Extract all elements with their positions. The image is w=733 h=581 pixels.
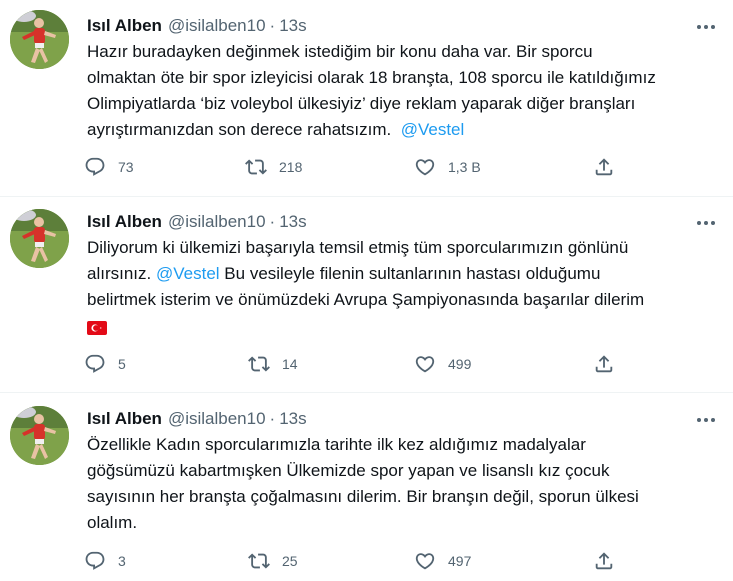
tweet-text: Diliyorum ki ülkemizi başarıyla temsil e…: [87, 235, 717, 339]
author-name[interactable]: Isıl Alben: [87, 212, 162, 232]
reply-count: 5: [118, 356, 126, 372]
like-button[interactable]: 1,3 B: [414, 152, 481, 182]
more-icon: [697, 418, 715, 422]
tweet-text-segment: ayrıştırmanızdan son derece rahatsızım.: [87, 120, 392, 139]
tweet-text-line: [87, 313, 717, 339]
share-button[interactable]: [593, 349, 615, 379]
share-icon: [595, 158, 613, 176]
tweet-divider: [0, 392, 733, 393]
like-icon: [415, 553, 435, 570]
reply-button[interactable]: 73: [84, 152, 134, 182]
reply-button[interactable]: 5: [84, 349, 126, 379]
tweet-header: Isıl Alben @isilalben10 · 13s: [87, 210, 307, 234]
author-name[interactable]: Isıl Alben: [87, 16, 162, 36]
more-icon: [697, 221, 715, 225]
reply-button[interactable]: 3: [84, 546, 126, 576]
tweet-text: Hazır buradayken değinmek istediğim bir …: [87, 39, 717, 143]
like-button[interactable]: 499: [414, 349, 471, 379]
avatar-photo: [10, 209, 69, 268]
reply-icon: [85, 551, 105, 570]
author-handle[interactable]: @isilalben10: [168, 409, 266, 429]
tweet-text-line: belirtmek isterim ve önümüzdeki Avrupa Ş…: [87, 290, 645, 309]
tweet-time[interactable]: 13s: [279, 16, 306, 36]
reply-icon: [85, 157, 105, 176]
avatar[interactable]: [10, 406, 69, 465]
like-count: 497: [448, 553, 472, 569]
mention-link[interactable]: @Vestel: [156, 264, 220, 283]
retweet-icon: [248, 356, 270, 372]
tweet-actions: 5 14 499: [0, 349, 733, 379]
avatar[interactable]: [10, 10, 69, 69]
tweet-text-line: olalım.: [87, 513, 138, 532]
tweet-text-line: Diliyorum ki ülkemizi başarıyla temsil e…: [87, 238, 629, 257]
tweet-text-segment: alırsınız.: [87, 264, 152, 283]
retweet-icon: [248, 553, 270, 569]
tweet-header: Isıl Alben @isilalben10 · 13s: [87, 14, 307, 38]
reply-count: 3: [118, 553, 126, 569]
more-icon: [697, 25, 715, 29]
author-handle[interactable]: @isilalben10: [168, 212, 266, 232]
tweet-actions: 73 218 1,3 B: [0, 152, 733, 182]
avatar-photo: [10, 10, 69, 69]
tweet-time[interactable]: 13s: [279, 409, 306, 429]
tweet-header: Isıl Alben @isilalben10 · 13s: [87, 407, 307, 431]
tweet-text-line: Hazır buradayken değinmek istediğim bir …: [87, 42, 593, 61]
tweet-text-segment: Bu vesileyle filenin sultanlarının hasta…: [224, 264, 601, 283]
share-icon: [595, 355, 613, 373]
like-count: 1,3 B: [448, 159, 481, 175]
header-separator: ·: [269, 212, 276, 231]
reply-count: 73: [118, 159, 134, 175]
author-handle[interactable]: @isilalben10: [168, 16, 266, 36]
retweet-button[interactable]: 14: [248, 349, 298, 379]
tweet-text-line: ayrıştırmanızdan son derece rahatsızım. …: [87, 117, 717, 143]
retweet-button[interactable]: 218: [245, 152, 302, 182]
tweet-divider: [0, 196, 733, 197]
tweet-text-line: Özellikle Kadın sporcularımızla tarihte …: [87, 435, 586, 454]
turkey-flag-icon: [87, 320, 107, 335]
share-button[interactable]: [593, 152, 615, 182]
more-options-button[interactable]: [691, 212, 721, 234]
more-options-button[interactable]: [691, 16, 721, 38]
retweet-count: 14: [282, 356, 298, 372]
author-name[interactable]: Isıl Alben: [87, 409, 162, 429]
like-count: 499: [448, 356, 472, 372]
like-icon: [415, 159, 435, 176]
header-separator: ·: [269, 409, 276, 428]
share-icon: [595, 552, 613, 570]
tweet-text-line: alırsınız. @Vestel Bu vesileyle filenin …: [87, 261, 717, 287]
header-separator: ·: [269, 16, 276, 35]
retweet-count: 25: [282, 553, 298, 569]
tweet-time[interactable]: 13s: [279, 212, 306, 232]
avatar[interactable]: [10, 209, 69, 268]
more-options-button[interactable]: [691, 409, 721, 431]
like-icon: [415, 356, 435, 373]
tweet-text-line: olmaktan öte bir spor izleyicisi olarak …: [87, 68, 656, 87]
retweet-icon: [245, 159, 267, 175]
mention-link[interactable]: @Vestel: [401, 120, 465, 139]
tweet-text: Özellikle Kadın sporcularımızla tarihte …: [87, 432, 717, 536]
tweet-text-line: göğsümüzü kabartmışken Ülkemizde spor ya…: [87, 461, 610, 480]
retweet-count: 218: [279, 159, 303, 175]
tweet-text-line: sayısının her branşta çoğalmasını dileri…: [87, 487, 639, 506]
tweet-actions: 3 25 497: [0, 546, 733, 576]
tweet-text-line: Olimpiyatlarda ‘biz voleybol ülkesiyiz’ …: [87, 94, 636, 113]
share-button[interactable]: [593, 546, 615, 576]
retweet-button[interactable]: 25: [248, 546, 298, 576]
avatar-photo: [10, 406, 69, 465]
like-button[interactable]: 497: [414, 546, 471, 576]
reply-icon: [85, 354, 105, 373]
